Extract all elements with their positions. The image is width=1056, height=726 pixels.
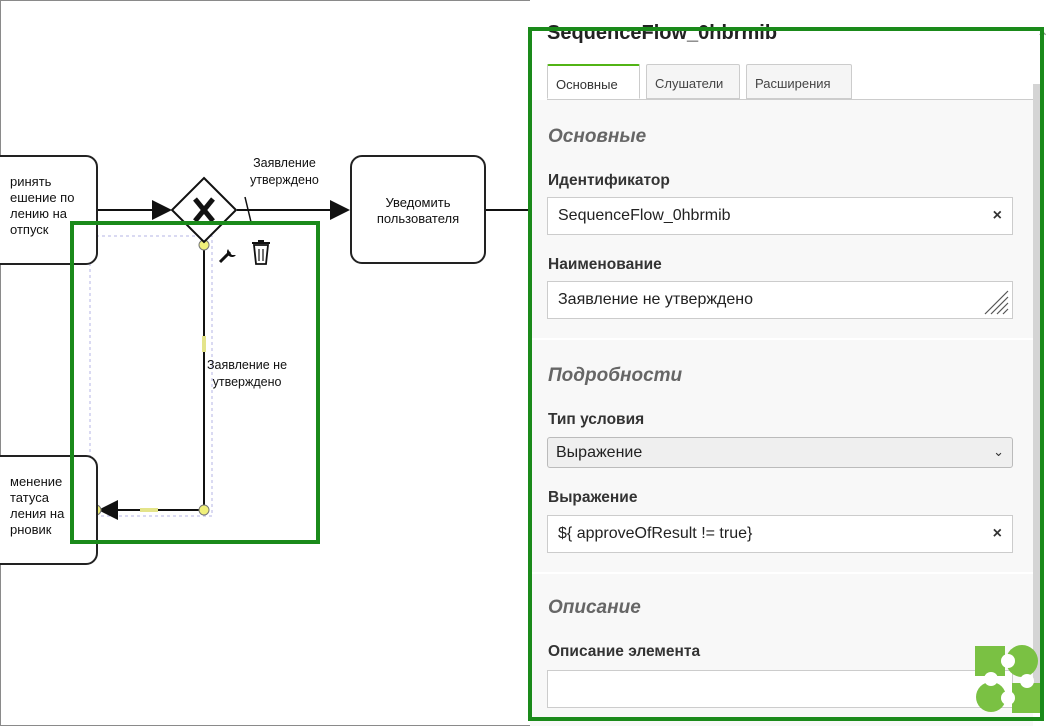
group-description-title: Описание	[548, 597, 641, 618]
task-notify-user-label: Уведомить пользователя	[376, 195, 460, 226]
task-review-request-label: ринять ешение по лению на отпуск	[10, 174, 75, 237]
sequence-flow-rejected[interactable]	[98, 245, 205, 520]
group-main-title: Основные	[548, 126, 647, 147]
task-change-status-label: менение татуса ления на рновик	[10, 474, 65, 537]
segment-handle[interactable]	[140, 508, 158, 512]
waypoint-handle[interactable]	[198, 504, 210, 516]
description-label: Описание элемента	[548, 643, 701, 660]
trash-icon[interactable]	[252, 240, 270, 265]
tab-listeners[interactable]: Слушатели	[646, 64, 740, 99]
clear-icon[interactable]: ×	[993, 207, 1002, 225]
exclusive-gateway[interactable]	[170, 176, 238, 244]
description-input[interactable]	[547, 670, 1013, 708]
expression-input[interactable]: ${ approveOfResult != true} ×	[547, 515, 1013, 553]
clear-icon[interactable]: ×	[993, 525, 1002, 543]
panel-scrollbar[interactable]	[1033, 84, 1043, 696]
segment-handle[interactable]	[202, 336, 206, 352]
chevron-down-icon: ⌄	[993, 444, 1004, 459]
tab-extensions[interactable]: Расширения	[746, 64, 852, 99]
expression-value: ${ approveOfResult != true}	[558, 525, 753, 542]
puzzle-logo-icon	[975, 645, 1042, 713]
condition-type-value: Выражение	[556, 444, 643, 461]
wrench-icon[interactable]	[218, 249, 236, 264]
resize-handle-icon[interactable]	[983, 289, 1009, 315]
condition-type-label: Тип условия	[548, 411, 645, 428]
expression-label: Выражение	[548, 489, 638, 506]
name-label: Наименование	[548, 256, 662, 273]
flow-approved-label[interactable]: Заявление утверждено	[250, 155, 319, 189]
name-textarea[interactable]: Заявление не утверждено	[547, 281, 1013, 319]
flow-rejected-label[interactable]: Заявление не утверждено	[207, 357, 287, 391]
selection-outline	[89, 235, 213, 517]
name-value: Заявление не утверждено	[558, 291, 754, 308]
panel-title: SequenceFlow_0hbrmib	[547, 22, 778, 44]
condition-type-select[interactable]: Выражение ⌄	[547, 437, 1013, 468]
tab-main[interactable]: Основные	[547, 64, 640, 99]
group-details-title: Подробности	[548, 365, 683, 386]
id-value: SequenceFlow_0hbrmib	[558, 207, 731, 224]
id-input[interactable]: SequenceFlow_0hbrmib ×	[547, 197, 1013, 235]
id-label: Идентификатор	[548, 172, 670, 189]
chevron-up-icon[interactable]: ⌃	[1036, 28, 1049, 48]
